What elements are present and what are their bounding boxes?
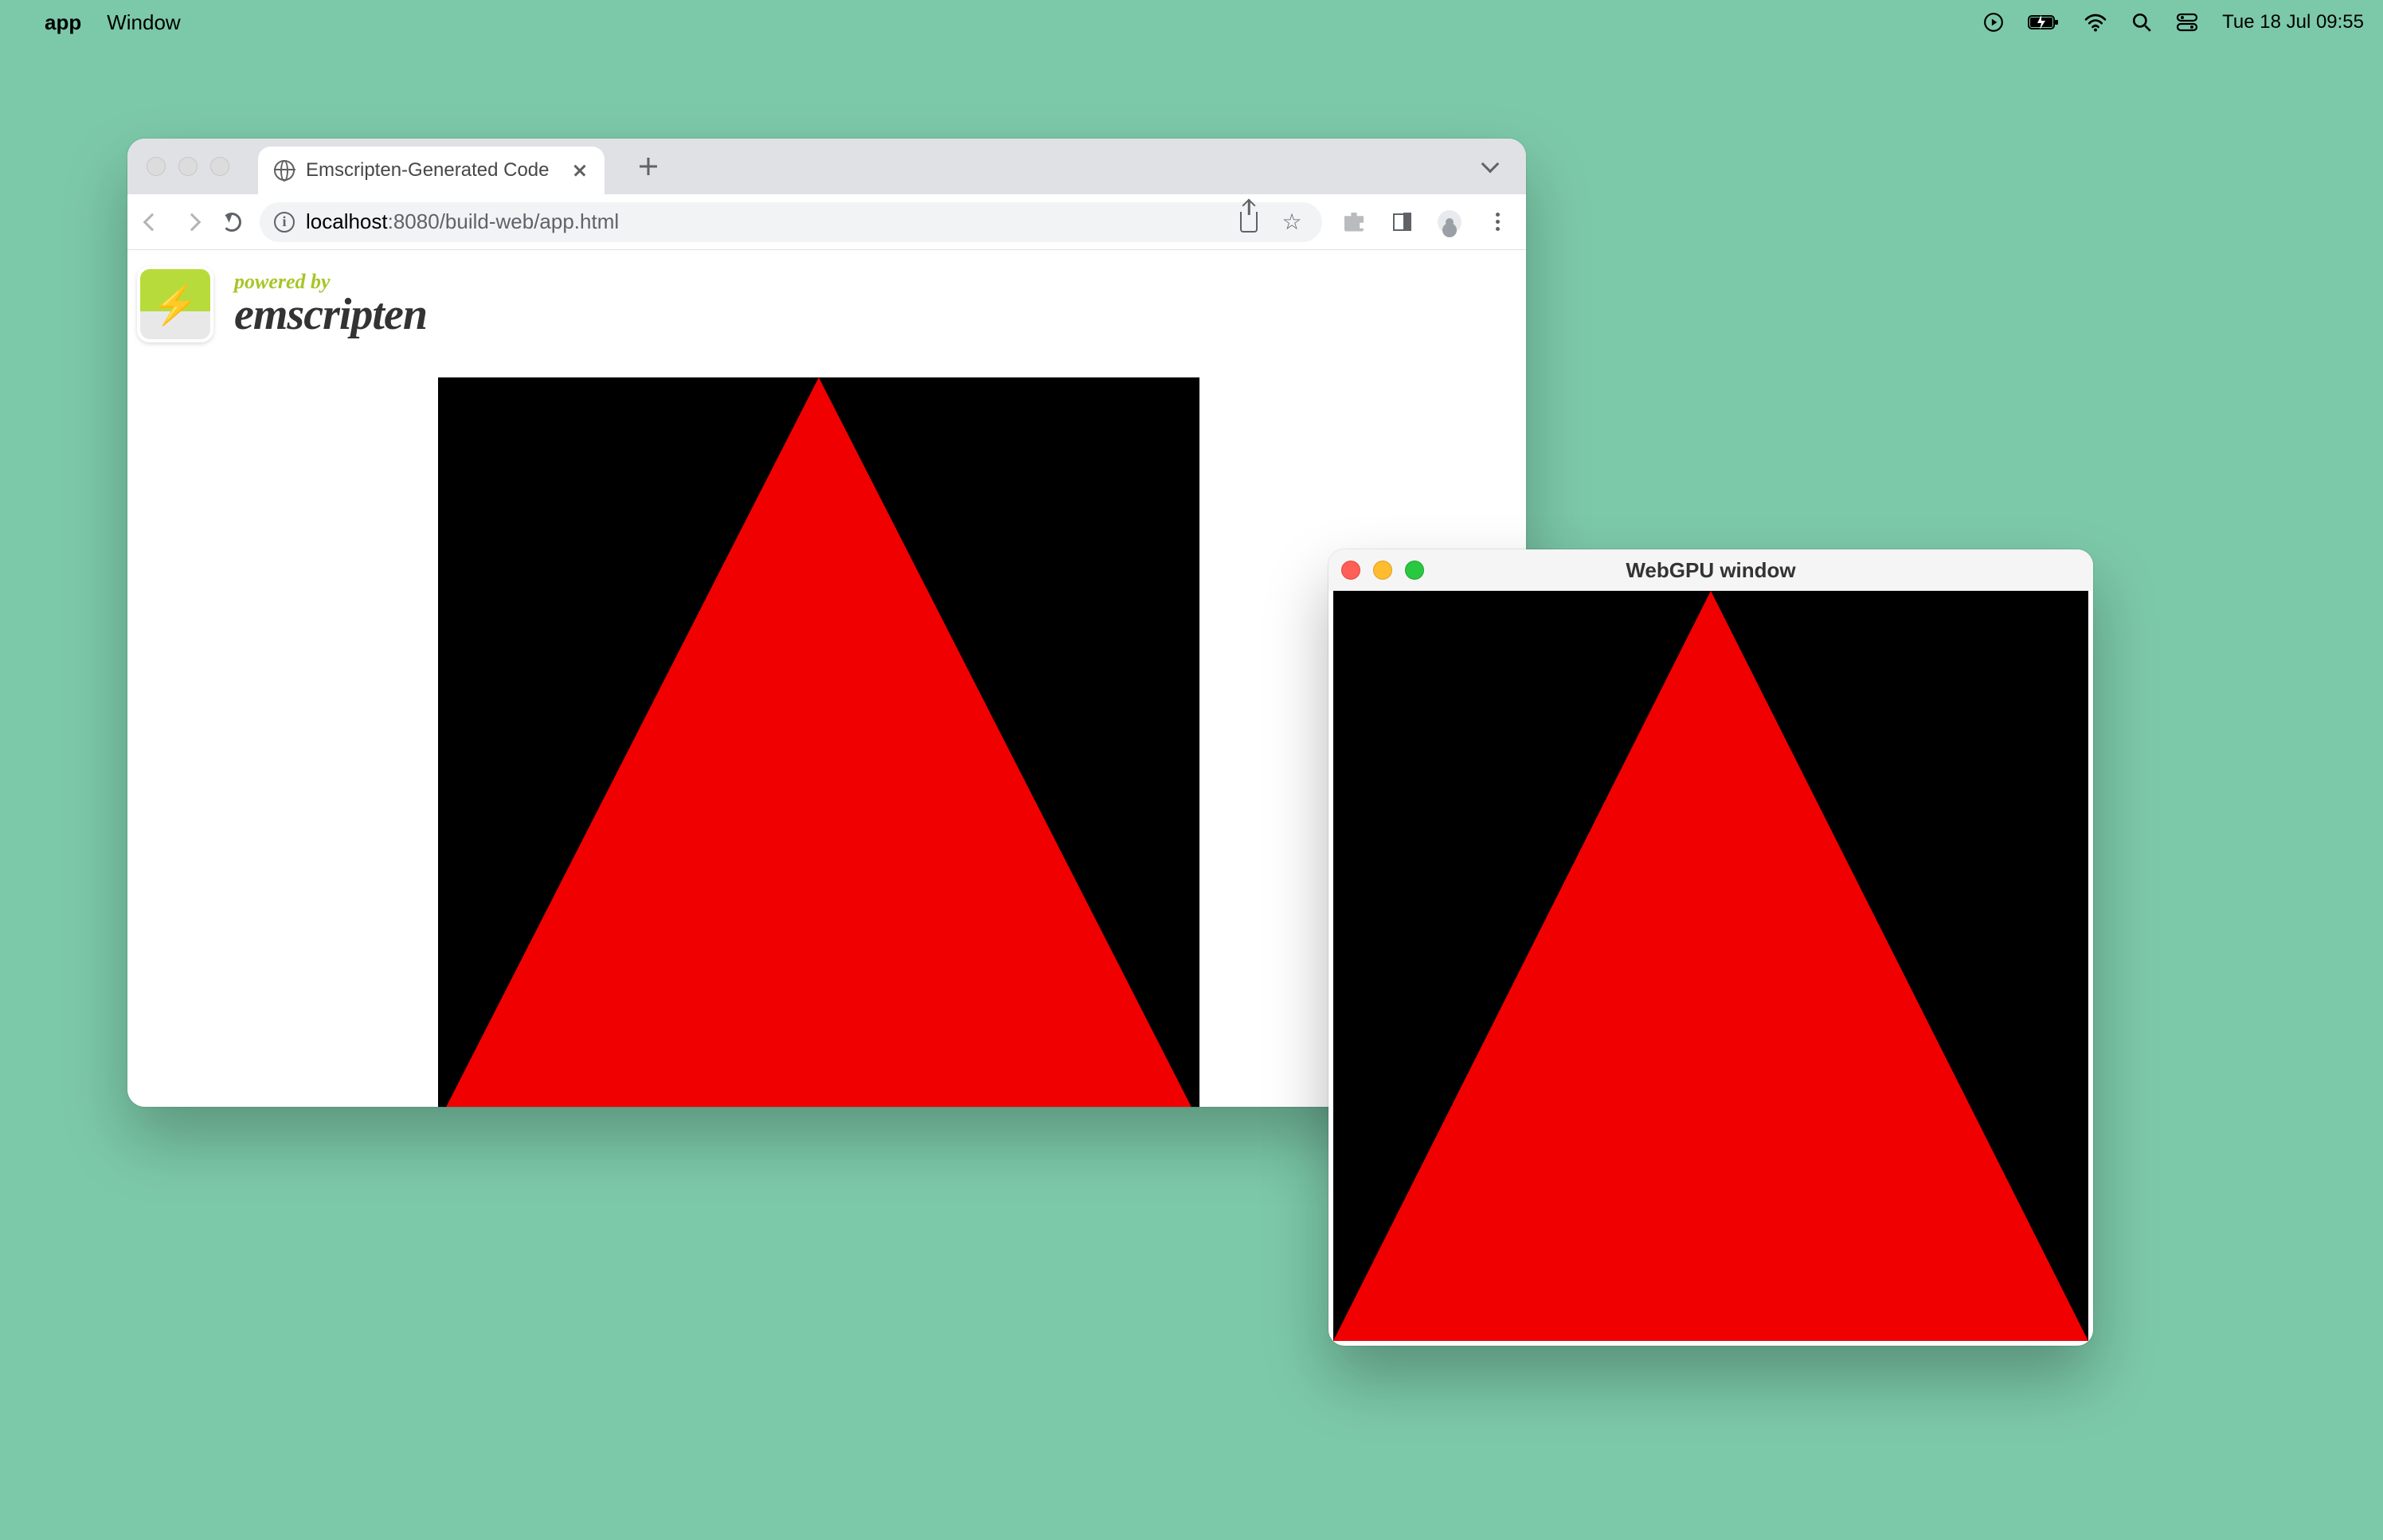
window-menu[interactable]: Window [107,10,180,35]
bookmark-button[interactable]: ☆ [1276,206,1308,238]
menubar-clock[interactable]: Tue 18 Jul 09:55 [2222,11,2364,33]
native-app-window: WebGPU window [1328,549,2093,1346]
site-info-icon[interactable]: i [274,212,295,233]
playback-icon[interactable] [1983,12,2004,33]
share-icon [1240,212,1258,233]
app-menu[interactable]: app [45,10,81,35]
bolt-icon: ⚡ [151,282,199,327]
browser-toolbar: i localhost:8080/build-web/app.html ☆ [127,194,1526,250]
url-host: localhost [306,209,388,233]
puzzle-icon [1344,213,1364,232]
emscripten-logo: ⚡ powered by emscripten [137,266,435,342]
share-button[interactable] [1233,206,1265,238]
control-center-icon[interactable] [2176,13,2198,32]
profile-button[interactable] [1434,206,1465,238]
traffic-light-zoom[interactable] [210,157,229,176]
sidepanel-button[interactable] [1386,206,1418,238]
traffic-light-close[interactable] [147,157,166,176]
traffic-light-minimize[interactable] [178,157,198,176]
nav-forward-button[interactable] [180,210,204,234]
globe-icon [274,160,295,181]
native-titlebar[interactable]: WebGPU window [1328,549,2093,591]
browser-page-content: ⚡ powered by emscripten [127,250,1526,1107]
tab-title: Emscripten-Generated Code [306,159,549,182]
macos-menubar: app Window Tue 18 Jul 09:55 [0,0,2383,45]
plus-icon [640,158,657,175]
native-canvas[interactable] [1333,591,2088,1341]
nav-back-button[interactable] [140,210,164,234]
wifi-icon[interactable] [2084,13,2107,32]
arrow-left-icon [143,213,162,231]
close-tab-icon[interactable] [571,162,589,179]
chevron-down-icon [1481,155,1500,174]
browser-menu-button[interactable] [1481,206,1513,238]
address-bar[interactable]: i localhost:8080/build-web/app.html ☆ [260,202,1322,242]
native-window-title: WebGPU window [1328,558,2093,583]
arrow-right-icon [183,213,202,231]
red-triangle-render [438,377,1199,1107]
traffic-light-minimize[interactable] [1373,561,1392,580]
tab-list-button[interactable] [1470,147,1510,186]
browser-traffic-lights [140,157,242,176]
kebab-icon [1496,213,1500,231]
extensions-button[interactable] [1338,206,1370,238]
browser-window: Emscripten-Generated Code i localhost:80… [127,139,1526,1107]
emscripten-brand-label: emscripten [234,292,427,337]
browser-tabstrip: Emscripten-Generated Code [127,139,1526,194]
red-triangle-render [1333,591,2088,1341]
reload-icon [222,213,241,232]
traffic-light-close[interactable] [1341,561,1360,580]
browser-tab[interactable]: Emscripten-Generated Code [258,147,605,194]
reload-button[interactable] [220,210,244,234]
browser-chrome: Emscripten-Generated Code i localhost:80… [127,139,1526,250]
emscripten-badge-icon: ⚡ [137,266,213,342]
sidepanel-icon [1393,213,1411,231]
emscripten-canvas[interactable] [438,377,1199,1107]
traffic-light-zoom[interactable] [1405,561,1424,580]
spotlight-search-icon[interactable] [2131,12,2152,33]
url-path: :8080/build-web/app.html [388,209,620,233]
new-tab-button[interactable] [628,147,668,186]
avatar-icon [1438,210,1461,234]
battery-icon[interactable] [2028,14,2060,31]
star-icon: ☆ [1281,211,1301,233]
